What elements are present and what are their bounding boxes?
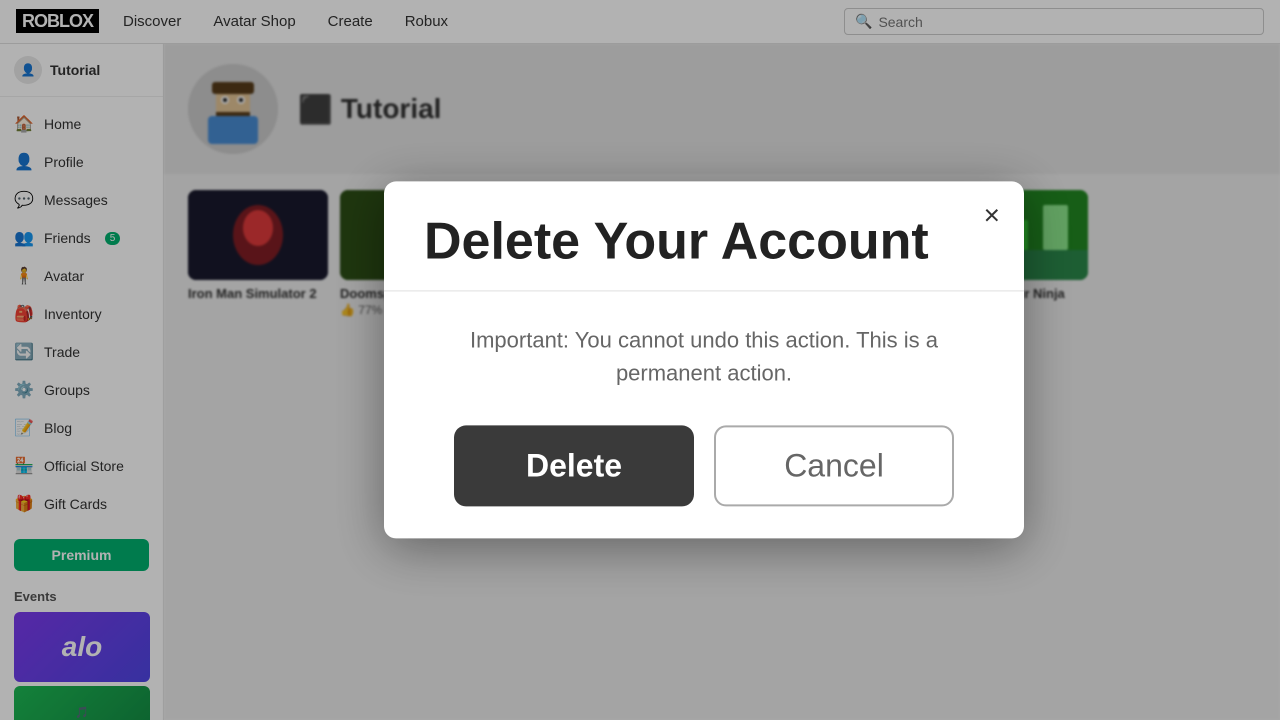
modal-title: Delete Your Account [424, 213, 984, 270]
cancel-button[interactable]: Cancel [714, 426, 954, 507]
delete-button[interactable]: Delete [454, 426, 694, 507]
delete-account-modal: Delete Your Account × Important: You can… [384, 181, 1024, 538]
modal-close-button[interactable]: × [984, 201, 1000, 229]
modal-body: Important: You cannot undo this action. … [384, 292, 1024, 539]
modal-warning-text: Important: You cannot undo this action. … [424, 324, 984, 390]
modal-actions: Delete Cancel [424, 426, 984, 507]
modal-header: Delete Your Account × [384, 181, 1024, 291]
